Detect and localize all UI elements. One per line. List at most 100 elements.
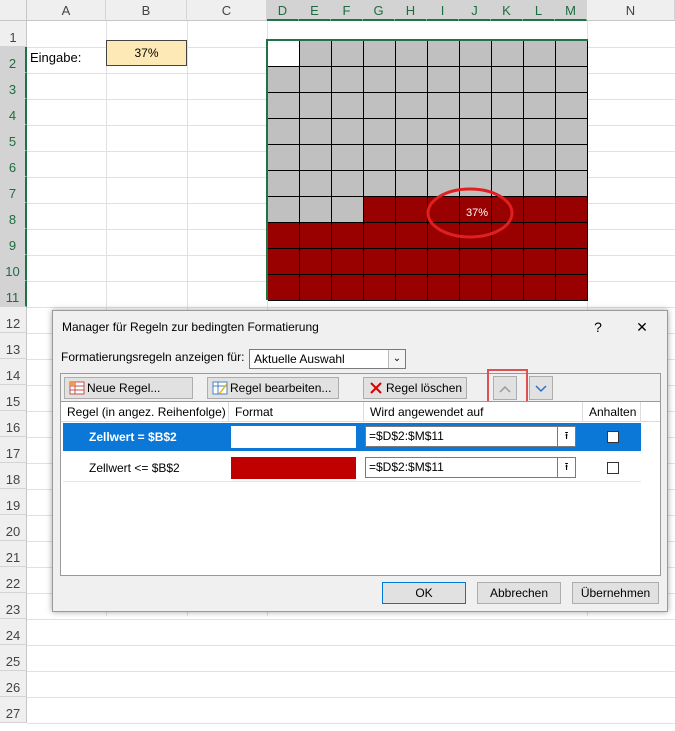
row-header-11[interactable]: 11	[0, 281, 27, 307]
grid-cell[interactable]	[396, 41, 428, 67]
column-header-k[interactable]: K	[491, 0, 523, 21]
column-header-f[interactable]: F	[331, 0, 363, 21]
grid-cell[interactable]	[556, 249, 588, 275]
column-header-h[interactable]: H	[395, 0, 427, 21]
stop-if-true-checkbox[interactable]	[607, 431, 619, 443]
grid-cell[interactable]	[268, 93, 300, 119]
applies-to-field[interactable]: =$D$2:$M$11 ⭱	[365, 457, 576, 478]
grid-cell[interactable]	[460, 249, 492, 275]
row-header-5[interactable]: 5	[0, 125, 27, 151]
grid-cell[interactable]	[300, 67, 332, 93]
row-header-19[interactable]: 19	[0, 489, 27, 515]
column-header-b[interactable]: B	[106, 0, 187, 21]
grid-cell[interactable]	[524, 171, 556, 197]
grid-cell[interactable]	[332, 41, 364, 67]
grid-cell[interactable]	[268, 41, 300, 67]
grid-cell[interactable]	[428, 249, 460, 275]
grid-cell[interactable]	[300, 197, 332, 223]
column-header-d[interactable]: D	[267, 0, 299, 21]
grid-cell[interactable]	[332, 275, 364, 301]
grid-cell[interactable]	[364, 275, 396, 301]
grid-cell[interactable]	[364, 171, 396, 197]
delete-rule-button[interactable]: Regel löschen	[363, 377, 467, 399]
grid-cell[interactable]	[332, 197, 364, 223]
conditional-format-grid[interactable]: 37%	[266, 39, 588, 301]
grid-cell[interactable]	[300, 223, 332, 249]
grid-cell[interactable]	[396, 249, 428, 275]
grid-cell[interactable]	[556, 93, 588, 119]
row-header-3[interactable]: 3	[0, 73, 27, 99]
grid-cell[interactable]	[396, 275, 428, 301]
grid-cell[interactable]	[524, 93, 556, 119]
close-icon[interactable]: ✕	[630, 315, 654, 339]
edit-rule-button[interactable]: Regel bearbeiten...	[207, 377, 339, 399]
column-header-j[interactable]: J	[459, 0, 491, 21]
grid-cell[interactable]	[524, 223, 556, 249]
column-header-a[interactable]: A	[27, 0, 106, 21]
cancel-button[interactable]: Abbrechen	[477, 582, 561, 604]
grid-cell[interactable]	[300, 145, 332, 171]
grid-cell[interactable]	[300, 275, 332, 301]
grid-cell[interactable]	[556, 67, 588, 93]
apply-button[interactable]: Übernehmen	[572, 582, 659, 604]
grid-cell[interactable]	[460, 275, 492, 301]
collapse-dialog-icon[interactable]: ⭱	[557, 427, 575, 446]
chevron-down-icon[interactable]: ⌄	[388, 350, 405, 368]
column-header-format[interactable]: Format	[229, 402, 364, 422]
grid-cell[interactable]	[364, 145, 396, 171]
grid-cell[interactable]	[268, 171, 300, 197]
grid-cell[interactable]	[364, 67, 396, 93]
grid-cell[interactable]	[460, 67, 492, 93]
grid-cell[interactable]	[300, 171, 332, 197]
grid-cell[interactable]	[364, 93, 396, 119]
row-header-8[interactable]: 8	[0, 203, 27, 229]
grid-cell[interactable]	[364, 197, 396, 223]
grid-cell[interactable]	[524, 197, 556, 223]
ok-button[interactable]: OK	[382, 582, 466, 604]
row-header-6[interactable]: 6	[0, 151, 27, 177]
grid-cell[interactable]	[268, 197, 300, 223]
grid-cell[interactable]	[300, 41, 332, 67]
move-down-button[interactable]	[529, 376, 553, 400]
grid-cell[interactable]	[396, 145, 428, 171]
grid-cell[interactable]	[460, 41, 492, 67]
row-header-18[interactable]: 18	[0, 463, 27, 489]
column-header-m[interactable]: M	[555, 0, 587, 21]
grid-cell[interactable]	[332, 67, 364, 93]
column-header-applies-to[interactable]: Wird angewendet auf	[364, 402, 583, 422]
row-header-12[interactable]: 12	[0, 307, 27, 333]
grid-cell[interactable]	[364, 249, 396, 275]
column-header-i[interactable]: I	[427, 0, 459, 21]
row-header-14[interactable]: 14	[0, 359, 27, 385]
grid-cell[interactable]	[556, 197, 588, 223]
row-header-17[interactable]: 17	[0, 437, 27, 463]
grid-cell[interactable]	[396, 119, 428, 145]
grid-cell[interactable]	[492, 275, 524, 301]
grid-cell[interactable]	[396, 93, 428, 119]
row-header-15[interactable]: 15	[0, 385, 27, 411]
grid-cell[interactable]	[268, 145, 300, 171]
grid-cell[interactable]	[524, 119, 556, 145]
grid-cell[interactable]	[556, 171, 588, 197]
column-header-e[interactable]: E	[299, 0, 331, 21]
grid-cell[interactable]	[556, 275, 588, 301]
grid-cell[interactable]	[492, 145, 524, 171]
grid-cell[interactable]	[300, 249, 332, 275]
grid-cell[interactable]	[524, 275, 556, 301]
grid-cell[interactable]	[492, 249, 524, 275]
grid-cell[interactable]	[556, 223, 588, 249]
grid-cell[interactable]	[364, 223, 396, 249]
row-header-26[interactable]: 26	[0, 671, 27, 697]
row-header-1[interactable]: 1	[0, 21, 27, 47]
grid-cell[interactable]	[524, 145, 556, 171]
grid-cell[interactable]	[396, 67, 428, 93]
grid-cell[interactable]	[524, 41, 556, 67]
grid-cell[interactable]	[332, 93, 364, 119]
grid-cell[interactable]	[268, 67, 300, 93]
show-rules-select[interactable]: Aktuelle Auswahl ⌄	[249, 349, 406, 369]
grid-cell[interactable]	[492, 41, 524, 67]
grid-cell[interactable]	[332, 119, 364, 145]
row-header-4[interactable]: 4	[0, 99, 27, 125]
column-header-rule[interactable]: Regel (in angez. Reihenfolge)	[61, 402, 229, 422]
select-all-corner[interactable]	[0, 0, 27, 21]
